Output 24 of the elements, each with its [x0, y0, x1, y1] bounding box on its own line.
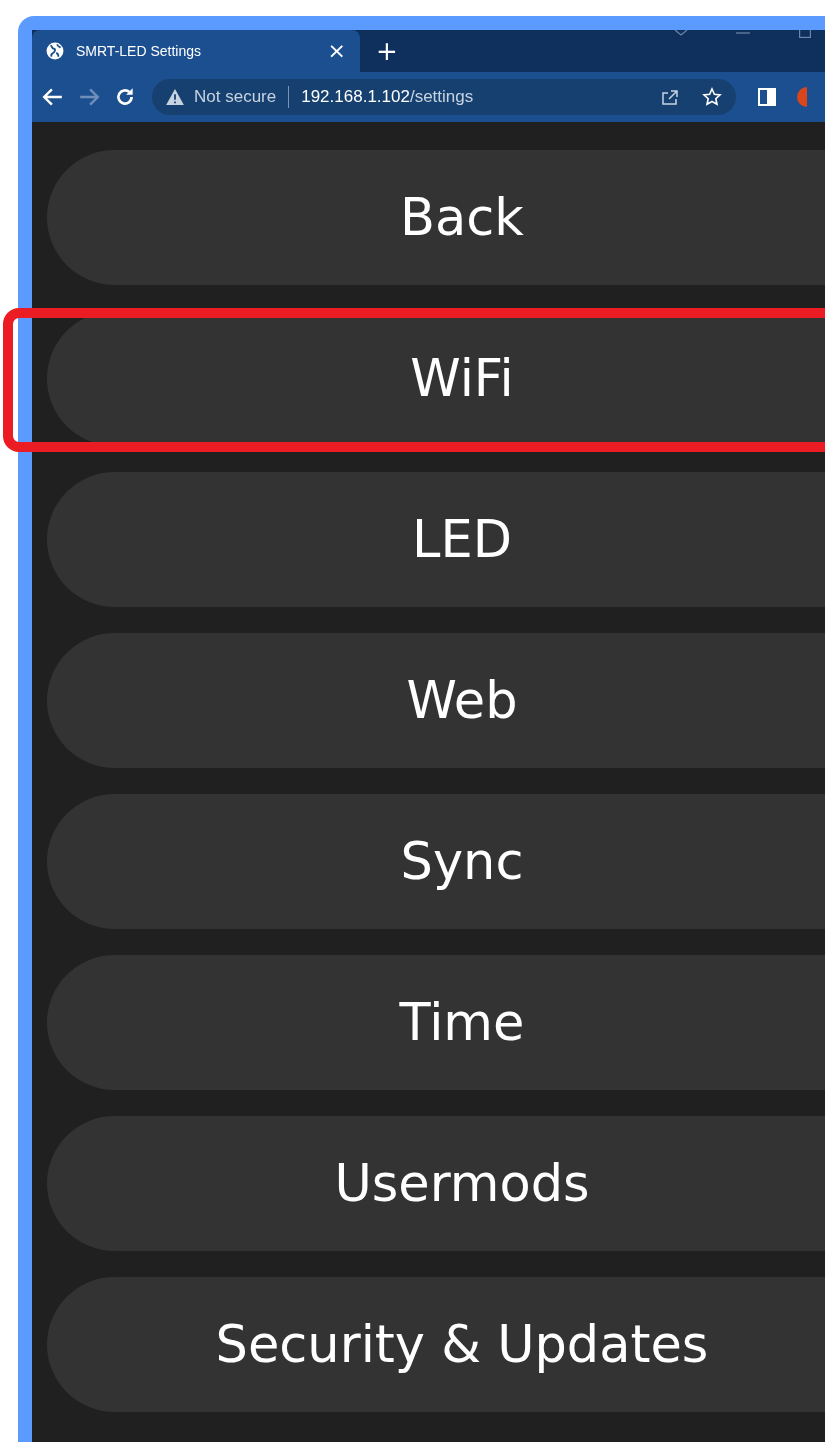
side-panel-icon[interactable]	[758, 88, 776, 106]
browser-tab[interactable]: SMRT-LED Settings ×	[32, 30, 360, 72]
menu-button[interactable]: Sync	[47, 794, 825, 929]
maximize-icon[interactable]	[799, 30, 811, 38]
globe-icon	[46, 42, 64, 60]
close-tab-button[interactable]: ×	[327, 40, 346, 62]
address-bar[interactable]: Not secure 192.168.1.102/settings	[152, 79, 736, 115]
menu-button[interactable]: Time	[47, 955, 825, 1090]
menu-button[interactable]: Usermods	[47, 1116, 825, 1251]
security-label: Not secure	[194, 87, 277, 107]
menu-button[interactable]: Security & Updates	[47, 1277, 825, 1412]
menu-button[interactable]: Back	[47, 150, 825, 285]
warning-icon	[166, 89, 184, 105]
share-icon[interactable]	[660, 87, 680, 107]
reload-icon[interactable]	[114, 86, 136, 108]
url-text: 192.168.1.102/settings	[301, 87, 474, 107]
new-tab-button[interactable]: +	[376, 38, 398, 64]
menu-button[interactable]: LED	[47, 472, 825, 607]
chevron-icon[interactable]	[674, 30, 688, 36]
tab-title: SMRT-LED Settings	[76, 43, 202, 59]
star-icon[interactable]	[702, 87, 722, 107]
menu-button[interactable]: Web	[47, 633, 825, 768]
back-arrow-icon[interactable]	[42, 86, 64, 108]
forward-arrow-icon[interactable]	[78, 86, 100, 108]
